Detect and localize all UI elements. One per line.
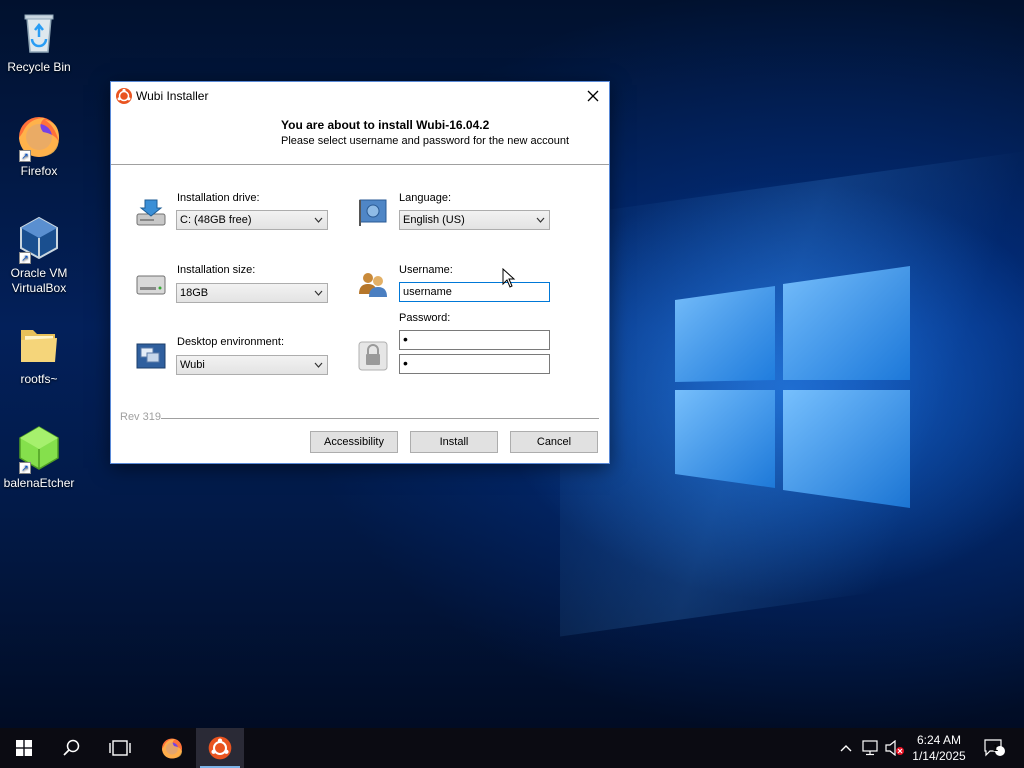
virtualbox-icon: ↗	[15, 214, 63, 264]
desktop-environment-value: Wubi	[180, 359, 205, 371]
installation-drive-select[interactable]: C: (48GB free)	[176, 210, 328, 230]
windows-logo-wallpaper	[675, 266, 910, 508]
language-flag-icon	[359, 199, 387, 226]
accessibility-button[interactable]: Accessibility	[310, 431, 398, 453]
header-divider	[111, 164, 609, 165]
desktop-icon-balenaetcher[interactable]: ↗ balenaEtcher	[0, 424, 78, 491]
desktop-icon-label: Recycle Bin	[7, 60, 71, 74]
revision-label: Rev 319	[120, 411, 161, 423]
hard-drive-install-icon	[136, 199, 166, 226]
desktop-icon-rootfs[interactable]: rootfs~	[0, 320, 78, 387]
chevron-down-icon	[314, 217, 323, 223]
chevron-down-icon	[536, 217, 545, 223]
username-label: Username:	[399, 264, 453, 276]
task-view-icon	[109, 740, 131, 756]
installation-drive-value: C: (48GB free)	[180, 214, 252, 226]
installer-heading: You are about to install Wubi-16.04.2	[281, 118, 490, 132]
action-center-button[interactable]: 1	[980, 728, 1010, 768]
taskbar-clock[interactable]: 6:24 AM 1/14/2025	[906, 732, 972, 764]
desktop-icon-label: Oracle VM VirtualBox	[10, 266, 68, 295]
mouse-cursor-icon	[502, 268, 516, 288]
username-value: username	[403, 286, 452, 298]
recycle-bin-icon	[15, 8, 63, 56]
desktop-icon-virtualbox[interactable]: ↗ Oracle VM VirtualBox	[0, 214, 78, 296]
language-label: Language:	[399, 192, 451, 204]
search-icon	[63, 739, 80, 756]
hard-drive-icon	[136, 275, 166, 295]
clock-time: 6:24 AM	[916, 733, 962, 747]
shortcut-arrow-icon: ↗	[19, 150, 31, 162]
task-view-button[interactable]	[96, 728, 144, 768]
volume-button[interactable]	[884, 728, 906, 768]
chevron-down-icon	[314, 362, 323, 368]
username-input[interactable]: username	[399, 282, 550, 302]
ubuntu-logo-icon	[208, 736, 232, 760]
desktop-icon-label: Firefox	[20, 164, 58, 178]
desktop-icon-firefox[interactable]: ↗ Firefox	[0, 112, 78, 179]
close-icon	[587, 90, 599, 101]
installer-header: You are about to install Wubi-16.04.2 Pl…	[111, 110, 609, 165]
install-button[interactable]: Install	[410, 431, 498, 453]
chevron-down-icon	[314, 290, 323, 296]
desktop-icon-label: balenaEtcher	[3, 476, 75, 490]
chevron-up-icon	[840, 745, 852, 752]
cancel-button[interactable]: Cancel	[510, 431, 598, 453]
desktop-icon-label: rootfs~	[20, 372, 58, 386]
notification-count-badge: 1	[993, 743, 999, 753]
balenaetcher-icon: ↗	[15, 424, 63, 474]
taskbar: 6:24 AM 1/14/2025 1	[0, 728, 1024, 768]
network-icon	[862, 740, 878, 756]
shortcut-arrow-icon: ↗	[19, 252, 31, 264]
clock-date: 1/14/2025	[912, 749, 966, 763]
search-button[interactable]	[48, 728, 96, 768]
windows-start-icon	[16, 740, 32, 756]
shortcut-arrow-icon: ↗	[19, 462, 31, 474]
volume-muted-icon	[885, 740, 904, 756]
password-label: Password:	[399, 312, 451, 324]
users-icon	[359, 273, 387, 297]
installation-size-value: 18GB	[180, 287, 209, 299]
language-select[interactable]: English (US)	[399, 210, 550, 230]
desktop-icon-recycle-bin[interactable]: Recycle Bin	[0, 8, 78, 75]
start-button[interactable]	[0, 728, 48, 768]
lock-icon	[358, 341, 388, 371]
wubi-installer-window: Wubi Installer You are about to install …	[110, 81, 610, 464]
window-title: Wubi Installer	[136, 89, 209, 103]
desktop-environment-select[interactable]: Wubi	[176, 355, 328, 375]
ubuntu-logo-icon	[116, 88, 132, 104]
taskbar-wubi-installer[interactable]	[196, 728, 244, 768]
installer-subheading: Please select username and password for …	[281, 135, 569, 147]
folder-icon	[15, 320, 63, 368]
installation-size-label: Installation size:	[177, 264, 256, 276]
footer-divider	[161, 418, 599, 419]
password-confirm-value: •	[403, 355, 408, 371]
language-value: English (US)	[403, 214, 465, 226]
network-button[interactable]	[860, 728, 882, 768]
installation-drive-label: Installation drive:	[177, 192, 260, 204]
password-input[interactable]: •	[399, 330, 550, 350]
show-hidden-icons-button[interactable]	[836, 728, 856, 768]
window-titlebar[interactable]: Wubi Installer	[111, 82, 609, 110]
taskbar-firefox[interactable]	[148, 728, 196, 768]
installation-size-select[interactable]: 18GB	[176, 283, 328, 303]
password-confirm-input[interactable]: •	[399, 354, 550, 374]
password-value: •	[403, 331, 408, 347]
close-button[interactable]	[577, 82, 609, 109]
firefox-icon: ↗	[15, 112, 63, 162]
desktop-environment-label: Desktop environment:	[177, 336, 284, 348]
desktop-environment-icon	[136, 343, 166, 369]
firefox-icon	[162, 738, 182, 759]
